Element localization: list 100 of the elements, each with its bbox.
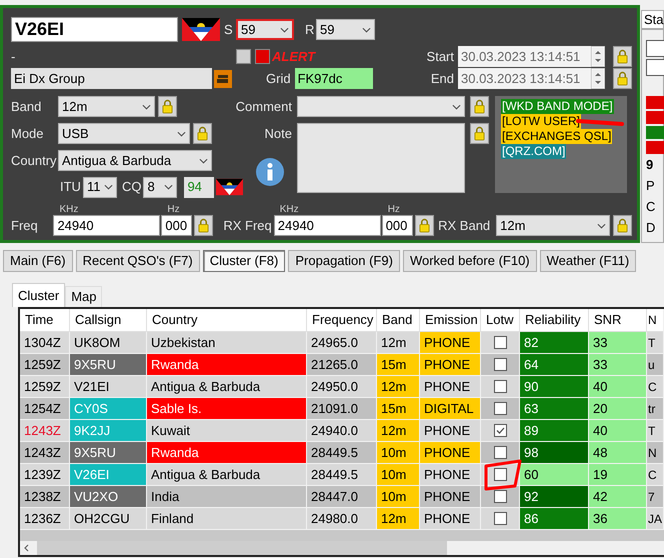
status-square (236, 49, 251, 64)
table-cell: Antigua & Barbuda (147, 376, 307, 398)
table-cell: 21265.0 (307, 354, 377, 376)
tab[interactable]: Worked before (F10) (402, 250, 537, 272)
side-label: C (646, 198, 656, 216)
end-field[interactable]: 30.03.2023 13:14:51 (458, 68, 591, 89)
table-cell: VU2XO (70, 486, 147, 508)
column-header[interactable]: Frequency (307, 309, 377, 332)
table-cell: C (647, 376, 663, 398)
chevron-down-icon (177, 130, 186, 136)
column-header[interactable]: N (647, 309, 663, 332)
table-cell: 33 (589, 354, 647, 376)
tab[interactable]: Cluster (F8) (202, 250, 286, 272)
table-cell: 98 (520, 442, 589, 464)
table-cell: 12m (377, 376, 420, 398)
start-field[interactable]: 30.03.2023 13:14:51 (458, 46, 591, 67)
side-box (646, 40, 664, 57)
spin-buttons[interactable] (591, 68, 605, 89)
field-label: ITU (60, 178, 81, 196)
table-cell: V26EI (70, 464, 147, 486)
column-header[interactable]: Band (377, 309, 420, 332)
table-cell: 42 (589, 486, 647, 508)
table-cell: 12m (377, 332, 420, 354)
field-label: End (430, 70, 454, 88)
column-header[interactable]: SNR (589, 309, 647, 332)
column-header[interactable]: Reliability (520, 309, 589, 332)
rx-band-dropdown[interactable]: 12m (496, 215, 610, 236)
freq-hz-field[interactable]: 000 (161, 215, 192, 236)
table-cell: T (647, 420, 663, 442)
chevron-down-icon (142, 104, 151, 110)
rst-sent-dropdown[interactable]: 59 (236, 19, 294, 40)
tab[interactable]: Propagation (F9) (288, 250, 400, 272)
checkbox[interactable] (494, 358, 506, 371)
info-icon[interactable] (256, 158, 284, 186)
callsign-field[interactable]: V26EI (11, 17, 178, 42)
field-label: Freq (11, 216, 38, 235)
side-label: 9 (646, 156, 654, 174)
side-label: D (646, 219, 656, 237)
country-dropdown[interactable]: Antigua & Barbuda (58, 150, 212, 171)
lock-button[interactable] (414, 215, 434, 236)
checkbox[interactable] (494, 380, 506, 393)
chevron-down-icon (199, 158, 208, 164)
alert-label: ALERT (272, 48, 316, 66)
cq-dropdown[interactable]: 8 (143, 176, 178, 198)
tab[interactable]: Weather (F11) (540, 250, 636, 272)
checkbox[interactable] (494, 402, 506, 415)
spin-buttons[interactable] (591, 46, 605, 67)
table-cell: CY0S (70, 398, 147, 420)
column-header[interactable]: Country (147, 309, 307, 332)
subtab[interactable]: Map (65, 286, 102, 307)
field-label: RX Freq (223, 216, 272, 235)
rst-received-dropdown[interactable]: 59 (316, 19, 375, 40)
column-header[interactable]: Lotw (481, 309, 520, 332)
chevron-down-icon (362, 26, 371, 32)
checkbox[interactable] (494, 336, 506, 349)
mode-dropdown[interactable]: USB (58, 123, 190, 144)
column-header[interactable]: Time (20, 309, 70, 332)
lock-button[interactable] (194, 215, 214, 236)
itu-dropdown[interactable]: 11 (82, 176, 117, 198)
band-dropdown[interactable]: 12m (58, 96, 155, 117)
checkbox[interactable] (494, 512, 506, 525)
checkbox[interactable] (494, 424, 506, 437)
padlock-icon (198, 218, 210, 233)
table-cell: Kuwait (147, 420, 307, 442)
column-header[interactable]: Emission (420, 309, 481, 332)
table-cell: 24940.0 (307, 420, 377, 442)
table-cell: 1304Z (20, 332, 70, 354)
table-cell: 36 (589, 508, 647, 530)
checkbox[interactable] (494, 468, 506, 481)
info-tag: [EXCHANGES QSL] (501, 129, 612, 144)
field-label: Mode (11, 124, 45, 143)
checkbox[interactable] (494, 490, 506, 503)
table-cell: 10m (377, 442, 420, 464)
rx-freq-hz-field[interactable]: 000 (382, 215, 413, 236)
table-cell: 24950.0 (307, 376, 377, 398)
subtab[interactable]: Cluster (12, 283, 66, 307)
rx-freq-khz-field[interactable]: 24940 (274, 215, 381, 236)
table-cell: u (647, 354, 663, 376)
side-label: P (646, 177, 656, 195)
table-cell: OH2CGU (70, 508, 147, 530)
info-tag: [QRZ.COM] (501, 144, 566, 159)
table-cell: 89 (520, 420, 589, 442)
chevron-down-icon (104, 184, 113, 190)
table-cell: 92 (520, 486, 589, 508)
note-field[interactable] (297, 123, 465, 193)
freq-khz-field[interactable]: 24940 (53, 215, 160, 236)
table-cell: PHONE (420, 464, 481, 486)
cards-icon[interactable] (214, 70, 232, 88)
tab[interactable]: Main (F6) (3, 250, 73, 272)
checkbox[interactable] (494, 446, 506, 459)
column-header[interactable]: Callsign (70, 309, 147, 332)
side-tab[interactable]: Sta (641, 10, 664, 29)
grid-field[interactable]: FK97dc (294, 68, 373, 89)
table-cell: 15m (377, 354, 420, 376)
scrollbar-thumb[interactable] (37, 541, 447, 555)
table-cell: 10m (377, 486, 420, 508)
table-cell: 1238Z (20, 486, 70, 508)
tab[interactable]: Recent QSO's (F7) (76, 250, 200, 272)
table-cell: Uzbekistan (147, 332, 307, 354)
name-field[interactable]: Ei Dx Group (11, 68, 212, 89)
